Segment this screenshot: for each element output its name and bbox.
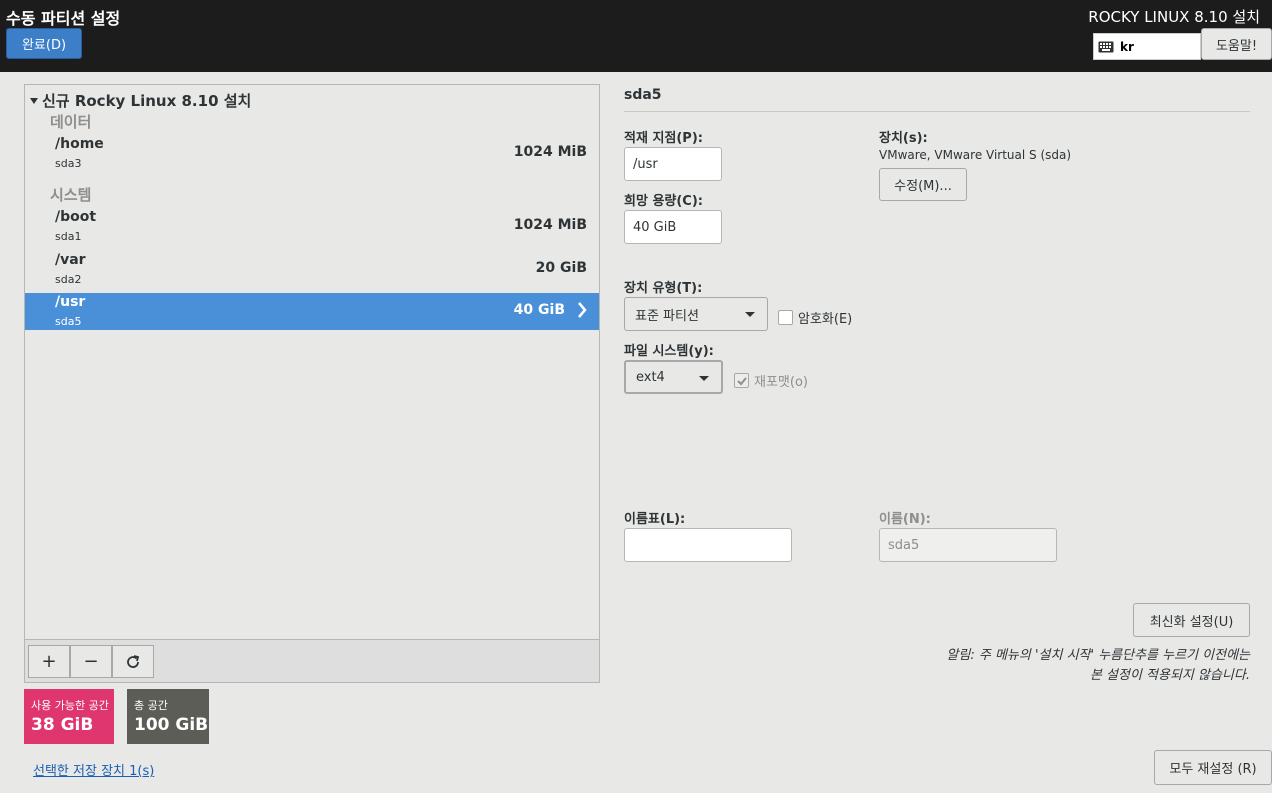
label-input[interactable] [624,528,792,562]
device-value: VMware, VMware Virtual S (sda) [879,148,1072,162]
header-bar: 수동 파티션 설정 완료(D) ROCKY LINUX 8.10 설치 kr 도… [0,0,1272,72]
dropdown-arrow-icon [699,376,709,381]
refresh-button[interactable] [112,645,154,678]
partition-device: sda3 [55,157,82,170]
partition-size: 40 GiB [513,302,565,318]
page-title: 수동 파티션 설정 [6,9,121,28]
tree-root-label: 신규 Rocky Linux 8.10 설치 [42,92,252,110]
reformat-label: 재포맷(o) [754,375,808,390]
keyboard-layout-indicator[interactable]: kr [1093,33,1201,60]
reformat-checkbox[interactable]: 재포맷(o) [734,371,808,390]
partition-device: sda5 [55,315,82,328]
dropdown-arrow-icon [745,312,755,317]
device-label: 장치(s): [879,131,928,146]
device-type-select[interactable]: 표준 파티션 [624,297,768,331]
notice-line: 알림: 주 메뉴의 '설치 시작' 누름단추를 누르기 이전에는 [946,648,1250,663]
notice-text: 알림: 주 메뉴의 '설치 시작' 누름단추를 누르기 이전에는 본 설정이 적… [946,646,1250,686]
group-label-system: 시스템 [50,186,92,204]
mount-point-input[interactable]: /usr [624,147,722,181]
done-button[interactable]: 완료(D) [6,28,82,59]
selected-storage-link[interactable]: 선택한 저장 장치 1(s) [33,760,154,779]
detail-title: sda5 [624,87,662,103]
partition-mountpoint: /home [55,136,104,152]
keyboard-icon [1098,41,1114,52]
expander-triangle-icon[interactable] [30,97,38,104]
notice-line: 본 설정이 적용되지 않습니다. [1089,668,1250,683]
encrypt-label: 암호화(E) [798,312,853,327]
filesystem-value: ext4 [636,369,665,385]
help-button[interactable]: 도움말! [1201,28,1272,60]
available-space-box: 사용 가능한 공간 38 GiB [24,689,114,744]
partition-toolbar: + − [25,639,599,682]
name-input: sda5 [879,528,1057,562]
partition-row-usr[interactable]: /usr sda5 40 GiB [25,293,599,330]
filesystem-select[interactable]: ext4 [624,360,723,394]
tree-root-installation[interactable]: 신규 Rocky Linux 8.10 설치 [30,90,251,111]
mount-point-label: 적재 지점(P): [624,131,703,146]
filesystem-label: 파일 시스템(y): [624,344,714,359]
partition-mountpoint: /usr [55,294,86,310]
partition-device: sda1 [55,230,82,243]
capacity-label: 희망 용량(C): [624,194,703,209]
update-settings-button[interactable]: 최신화 설정(U) [1133,603,1250,637]
partition-size: 1024 MiB [513,144,587,160]
device-type-label: 장치 유형(T): [624,281,703,296]
group-label-data: 데이터 [50,113,92,131]
product-title: ROCKY LINUX 8.10 설치 [1088,8,1260,26]
available-space-value: 38 GiB [31,715,94,735]
remove-partition-button[interactable]: − [70,645,112,678]
refresh-icon [127,654,140,668]
encrypt-checkbox[interactable]: 암호화(E) [778,308,852,327]
total-space-label: 총 공간 [134,699,168,712]
reset-all-button[interactable]: 모두 재설정 (R) [1154,750,1272,785]
name-field-label: 이름(N): [879,512,931,527]
capacity-input[interactable]: 40 GiB [624,210,722,244]
partition-tree-panel: 신규 Rocky Linux 8.10 설치 데이터 /home sda3 10… [24,84,600,683]
partition-size: 20 GiB [535,260,587,276]
checkbox-box[interactable] [778,310,793,325]
partition-device: sda2 [55,273,82,286]
available-space-label: 사용 가능한 공간 [31,699,109,712]
device-type-value: 표준 파티션 [635,308,699,324]
partition-mountpoint: /boot [55,209,97,225]
partition-row-var[interactable]: /var sda2 20 GiB [25,251,599,288]
partition-row-boot[interactable]: /boot sda1 1024 MiB [25,208,599,245]
divider [624,111,1250,112]
total-space-box: 총 공간 100 GiB [127,689,209,744]
partition-size: 1024 MiB [513,217,587,233]
checkbox-box[interactable] [734,373,749,388]
total-space-value: 100 GiB [134,715,209,735]
chevron-right-icon [578,302,587,318]
add-partition-button[interactable]: + [28,645,70,678]
checkmark-icon [737,377,747,386]
label-field-label: 이름표(L): [624,512,686,527]
partition-row-home[interactable]: /home sda3 1024 MiB [25,135,599,172]
modify-device-button[interactable]: 수정(M)... [879,168,967,201]
partition-mountpoint: /var [55,252,86,268]
keyboard-layout-label: kr [1120,39,1134,54]
